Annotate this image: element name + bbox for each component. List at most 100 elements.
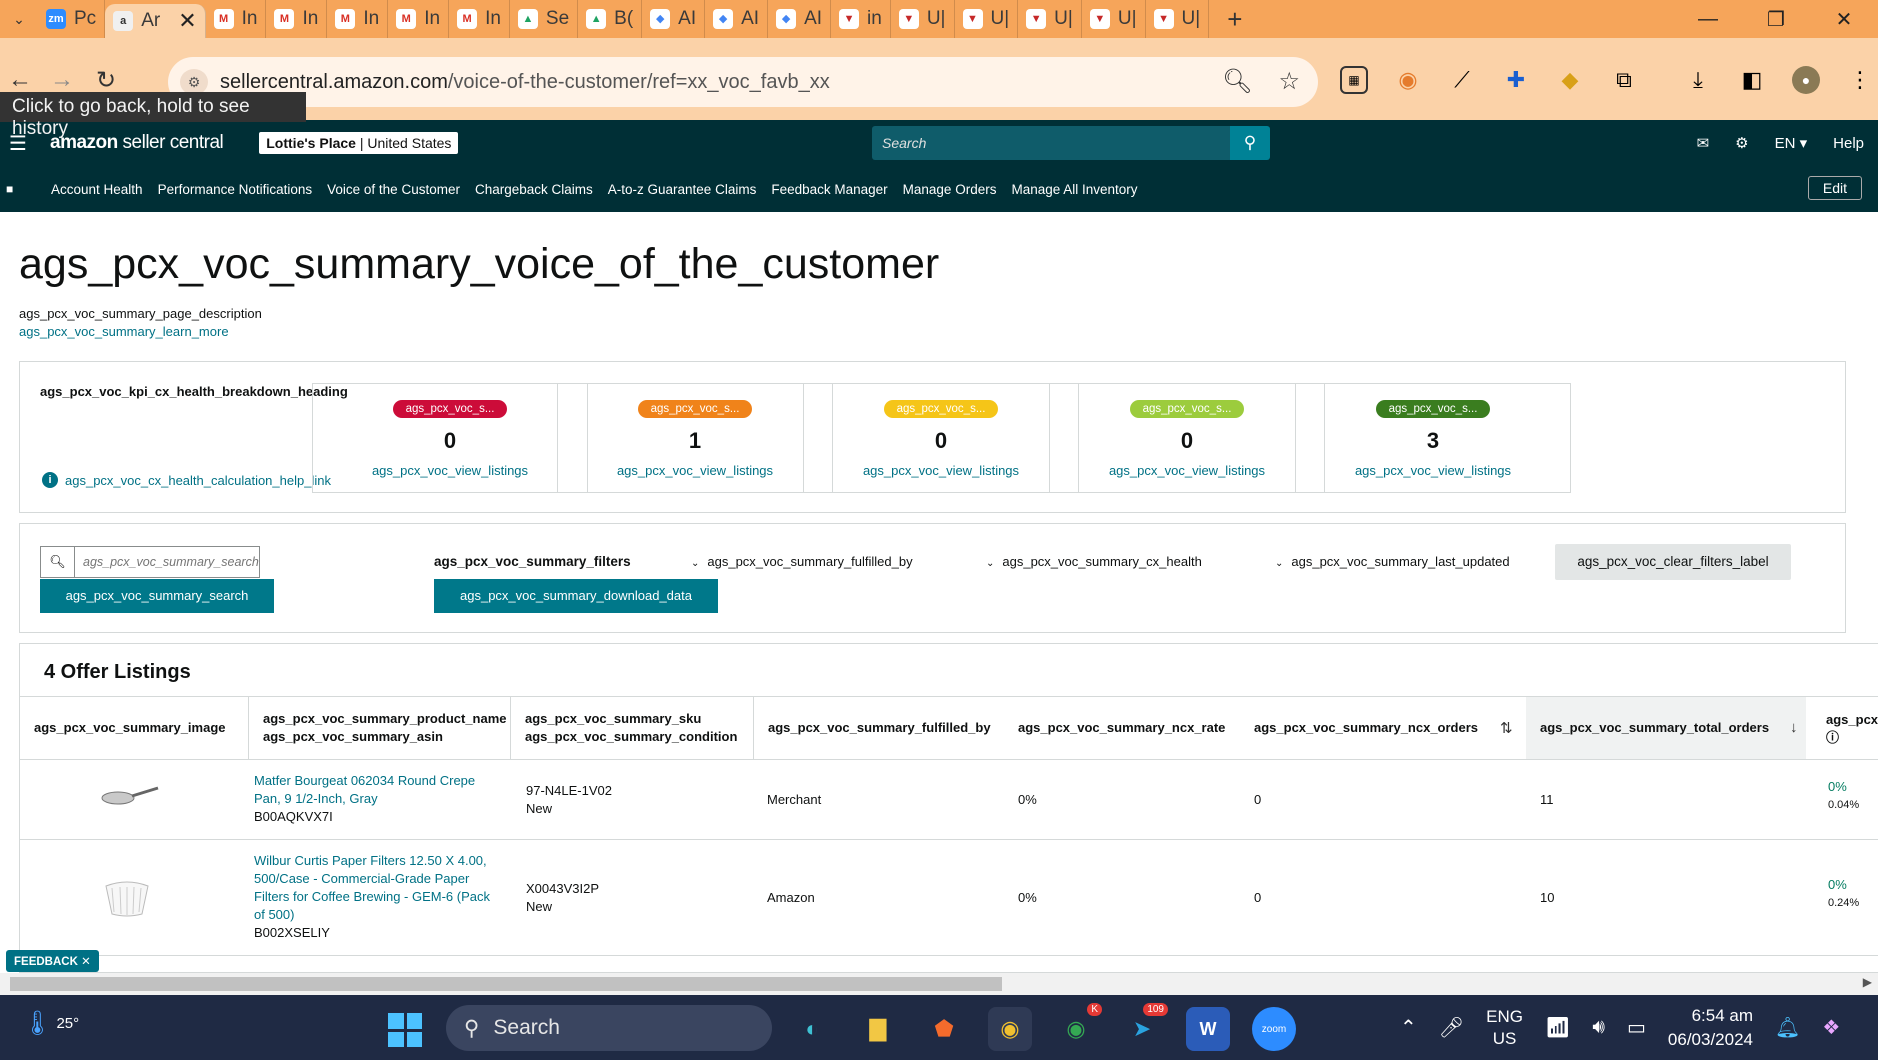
browser-tab[interactable]: M In — [388, 0, 450, 38]
browser-tab[interactable]: M In — [327, 0, 389, 38]
product-name-link[interactable]: Wilbur Curtis Paper Filters 12.50 X 4.00… — [254, 852, 504, 924]
extension-broom-icon[interactable]: ⟋ — [1448, 66, 1476, 94]
forward-arrow-icon[interactable]: → — [50, 66, 74, 94]
word-icon[interactable]: W — [1186, 1007, 1230, 1051]
store-selector[interactable]: Lottie's Place | United States — [259, 132, 459, 154]
download-icon[interactable]: ⤓ — [1684, 66, 1712, 94]
nav-item[interactable]: Manage All Inventory — [1011, 182, 1137, 197]
view-listings-link[interactable]: ags_pcx_voc_view_listings — [558, 463, 832, 478]
browser-tab[interactable]: ◆ AI — [642, 0, 706, 38]
chevron-up-icon[interactable]: ⌃ — [1400, 1015, 1417, 1040]
nav-item[interactable]: Voice of the Customer — [327, 182, 460, 197]
search-button[interactable]: ags_pcx_voc_summary_search — [40, 579, 274, 613]
zoom-icon[interactable]: zoom — [1252, 1007, 1296, 1051]
back-arrow-icon[interactable]: ← — [8, 66, 32, 94]
telegram-icon[interactable]: ➤ 109 — [1120, 1003, 1168, 1051]
learn-more-link[interactable]: ags_pcx_voc_summary_learn_more — [19, 324, 229, 339]
tab-search-chevron-icon[interactable]: ⌄ — [0, 0, 38, 38]
last-updated-dropdown[interactable]: ⌄ ags_pcx_voc_summary_last_updated — [1275, 554, 1510, 569]
volume-icon[interactable]: 🔊︎ — [1592, 1016, 1605, 1039]
browser-tab[interactable]: ▼ U| — [955, 0, 1019, 38]
minimize-icon[interactable]: — — [1674, 0, 1742, 38]
clock[interactable]: 6:54 am 06/03/2024 — [1668, 1004, 1753, 1052]
windows-start-icon[interactable] — [388, 1013, 422, 1047]
product-image[interactable] — [100, 780, 160, 815]
chrome-icon[interactable]: ◉ — [988, 1007, 1032, 1051]
new-tab-button[interactable]: + — [1209, 4, 1260, 35]
sort-both-icon[interactable]: ⇅ — [1500, 719, 1513, 737]
browser-tab[interactable]: M In — [266, 0, 328, 38]
scroll-right-arrow-icon[interactable]: ▶ — [1863, 975, 1872, 989]
browser-menu-icon[interactable]: ⋮ — [1846, 66, 1874, 94]
product-image[interactable] — [100, 878, 154, 923]
search-icon[interactable]: ⚲ — [1230, 126, 1270, 160]
browser-tab[interactable]: ▼ U| — [1082, 0, 1146, 38]
wifi-icon[interactable]: 📶︎ — [1545, 1015, 1570, 1040]
edge-icon[interactable]: ◐ — [790, 1007, 834, 1051]
col-fulfilled-by[interactable]: ags_pcx_voc_summary_fulfilled_by — [753, 697, 998, 759]
fulfilled-by-dropdown[interactable]: ⌄ ags_pcx_voc_summary_fulfilled_by — [691, 554, 913, 569]
sort-descending-icon[interactable]: ↓ — [1790, 719, 1798, 736]
nav-item[interactable]: Performance Notifications — [158, 182, 313, 197]
view-listings-link[interactable]: ags_pcx_voc_view_listings — [313, 463, 587, 478]
cx-health-help-link[interactable]: i ags_pcx_voc_cx_health_calculation_help… — [42, 472, 331, 488]
col-sku[interactable]: ags_pcx_voc_summary_sku ags_pcx_voc_summa… — [510, 697, 750, 759]
col-total-orders[interactable]: ags_pcx_voc_summary_total_orders — [1526, 697, 1806, 759]
extension-honey-icon[interactable]: ◆ — [1556, 66, 1584, 94]
extensions-puzzle-icon[interactable]: ⧉ — [1610, 66, 1638, 94]
qr-code-icon[interactable]: ▦ — [1340, 66, 1368, 94]
settings-gear-icon[interactable]: ⚙ — [1735, 134, 1748, 152]
language-indicator[interactable]: ENG US — [1486, 1006, 1523, 1050]
nav-item[interactable]: Chargeback Claims — [475, 182, 593, 197]
nav-item[interactable]: Account Health — [51, 182, 143, 197]
product-name-link[interactable]: Matfer Bourgeat 062034 Round Crepe Pan, … — [254, 772, 504, 808]
view-listings-link[interactable]: ags_pcx_voc_view_listings — [804, 463, 1078, 478]
edit-nav-button[interactable]: Edit — [1807, 176, 1862, 200]
cx-health-dropdown[interactable]: ⌄ ags_pcx_voc_summary_cx_health — [986, 554, 1202, 569]
close-tab-icon[interactable]: ✕ — [178, 8, 196, 34]
scrollbar-thumb[interactable] — [10, 977, 1002, 991]
nav-item[interactable]: Manage Orders — [903, 182, 997, 197]
taskbar-search[interactable]: ⚲ Search — [446, 1005, 772, 1051]
view-listings-link[interactable]: ags_pcx_voc_view_listings — [1050, 463, 1324, 478]
global-search-input[interactable]: Search — [872, 126, 1230, 160]
browser-tab[interactable]: ▲ Se — [510, 0, 579, 38]
help-link[interactable]: Help — [1833, 135, 1864, 152]
download-data-button[interactable]: ags_pcx_voc_summary_download_data — [434, 579, 718, 613]
weather-widget[interactable]: 🌡︎ 25° — [22, 1009, 79, 1038]
browser-tab[interactable]: ▼ U| — [891, 0, 955, 38]
zoom-magnifier-icon[interactable]: 🔍︎ — [1222, 67, 1252, 96]
browser-tab[interactable]: ▲ B( — [578, 0, 643, 38]
side-panel-icon[interactable]: ◧ — [1738, 66, 1766, 94]
profile-avatar[interactable]: ● — [1792, 66, 1820, 94]
browser-tab[interactable]: ▼ U| — [1018, 0, 1082, 38]
extension-circle-icon[interactable]: ◉ — [1394, 66, 1422, 94]
bookmark-star-icon[interactable]: ☆ — [1278, 67, 1300, 96]
copilot-icon[interactable]: ❖ — [1822, 1015, 1840, 1040]
nav-item[interactable]: A-to-z Guarantee Claims — [608, 182, 757, 197]
feedback-button[interactable]: FEEDBACK ✕ — [6, 950, 99, 972]
microphone-icon[interactable]: 🎤︎ — [1439, 1015, 1464, 1040]
view-listings-link[interactable]: ags_pcx_voc_view_listings — [1296, 463, 1570, 478]
language-selector[interactable]: EN ▾ — [1775, 134, 1808, 152]
mail-icon[interactable]: ✉ — [1697, 134, 1710, 152]
chrome-profile-icon[interactable]: ◉ K — [1054, 1003, 1102, 1051]
reload-icon[interactable]: ↻ — [96, 66, 116, 95]
seller-central-logo[interactable]: amazon seller central — [50, 132, 224, 154]
extension-cross-icon[interactable]: ✚ — [1502, 66, 1530, 94]
notification-bell-icon[interactable]: 🔔︎ — [1775, 1015, 1800, 1040]
col-product-name[interactable]: ags_pcx_voc_summary_product_name ags_pcx_… — [248, 697, 520, 759]
bookmark-icon[interactable]: ■ — [0, 182, 36, 196]
browser-tab[interactable]: M In — [206, 0, 267, 38]
nav-item[interactable]: Feedback Manager — [771, 182, 887, 197]
browser-tab[interactable]: ▼ U| — [1146, 0, 1210, 38]
close-window-icon[interactable]: ✕ — [1810, 0, 1878, 38]
listing-search-input[interactable] — [75, 547, 259, 577]
restore-icon[interactable]: ❐ — [1742, 0, 1810, 38]
col-next[interactable]: ags_pcx ⓘ — [1826, 697, 1878, 759]
browser-tab[interactable]: ▼ in — [831, 0, 891, 38]
col-ncx-rate[interactable]: ags_pcx_voc_summary_ncx_rate — [1018, 697, 1248, 759]
address-bar[interactable]: ⚙ sellercentral.amazon.com/voice-of-the-… — [168, 57, 1318, 107]
file-explorer-icon[interactable]: ▇ — [856, 1007, 900, 1051]
browser-tab[interactable]: a Ar ✕ — [105, 4, 206, 38]
